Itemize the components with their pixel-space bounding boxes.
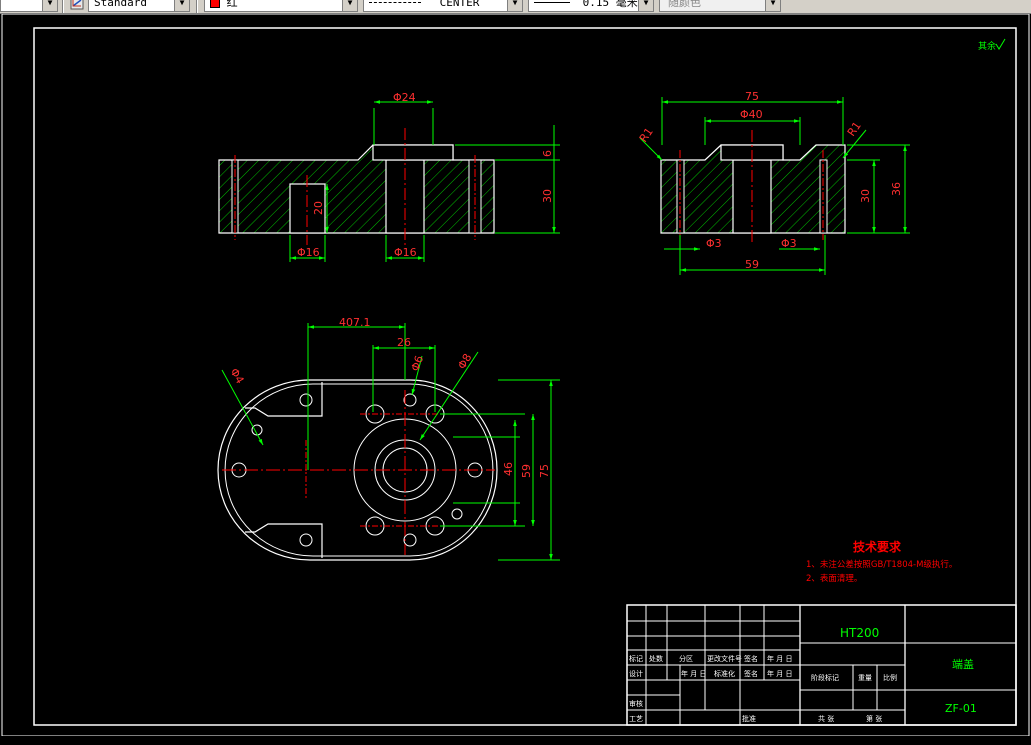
tb-label-sheet: 第 张: [866, 714, 882, 723]
lineweight-select[interactable]: 0.15 毫米 ▼: [528, 0, 654, 12]
part-name-text: 端盖: [952, 657, 974, 671]
chevron-down-icon[interactable]: ▼: [507, 0, 522, 11]
dim-r1-left: R1: [637, 125, 656, 144]
color-select[interactable]: 红 ▼: [204, 0, 358, 12]
dimension-style-icon[interactable]: [70, 0, 84, 10]
dim-h30: 30: [541, 189, 554, 203]
drawing-number-text: ZF-01: [945, 702, 977, 715]
tech-req-line2: 2、表面清理。: [806, 573, 862, 584]
plotstyle-value: 随颜色: [668, 0, 701, 9]
dim-h30-side: 30: [859, 189, 872, 203]
dim-d4: Φ4: [227, 366, 246, 386]
roughness-symbol: 其余: [978, 38, 1006, 52]
tb-label-standard: 标准化: [714, 669, 735, 678]
top-plan-view: [217, 323, 560, 561]
drawing-canvas[interactable]: 其余 Φ24 Φ16 Φ16 20 6 30 75 Φ40 R1 R1 Φ3 Φ…: [0, 13, 1031, 741]
dim-d6: Φ6: [409, 354, 427, 373]
dimension-style-select[interactable]: Standard ▼: [88, 0, 190, 12]
tb-label-mark: 标记: [629, 654, 643, 663]
chevron-down-icon[interactable]: ▼: [174, 0, 189, 11]
dim-d8: Φ8: [455, 351, 474, 371]
dim-d16-left: Φ16: [297, 246, 320, 259]
properties-toolbar: ▼ Standard ▼ 红 ▼ CENTER ▼ 0.15 毫米 ▼ 随颜色 …: [0, 0, 1031, 14]
dim-h75: 75: [538, 464, 551, 478]
dim-d40: Φ40: [740, 108, 763, 121]
toolbar-separator: [62, 0, 64, 13]
tb-label-weight: 重量: [858, 674, 872, 682]
tb-label-stage-mark: 阶段标记: [811, 673, 839, 682]
lineweight-preview: [534, 2, 570, 4]
lineweight-value: 0.15 毫米: [582, 0, 638, 9]
dim-h36: 36: [890, 182, 903, 196]
linetype-preview: [369, 2, 421, 4]
dim-d3-right: Φ3: [781, 237, 797, 250]
chevron-down-icon[interactable]: ▼: [342, 0, 357, 11]
dim-w75: 75: [745, 90, 759, 103]
linetype-select[interactable]: CENTER ▼: [363, 0, 523, 12]
tb-label-total: 共 张: [818, 714, 834, 723]
dim-d3-left: Φ3: [706, 237, 722, 250]
sheet-inner-border: [33, 27, 1017, 726]
chevron-down-icon[interactable]: ▼: [42, 0, 57, 11]
dim-h20: 20: [312, 201, 325, 215]
dim-d16-right: Φ16: [394, 246, 417, 259]
linetype-value: CENTER: [439, 0, 480, 9]
status-bar: [0, 736, 1031, 741]
side-section-view: [639, 97, 910, 275]
dim-w59: 59: [745, 258, 759, 271]
dimension-style-value: Standard: [94, 0, 147, 9]
tb-label-ymd: 年 月 日: [767, 654, 792, 663]
dim-a407: 407.1: [339, 316, 371, 329]
tb-label-approve: 批准: [742, 714, 756, 723]
chevron-down-icon[interactable]: ▼: [638, 0, 653, 11]
tb-label-ymd2: 年 月 日: [681, 669, 706, 678]
tb-label-zone: 分区: [679, 654, 693, 663]
tb-label-change-doc: 更改文件号: [707, 654, 742, 663]
dim-w26: 26: [397, 336, 411, 349]
dim-h6: 6: [541, 150, 554, 157]
dim-d24: Φ24: [393, 91, 416, 104]
tb-label-sign: 签名: [744, 654, 758, 663]
color-value: 红: [226, 0, 238, 9]
tb-label-sign2: 签名: [744, 669, 758, 678]
title-block-labels: 标记 处数 分区 更改文件号 签名 年 月 日 设计 年 月 日 标准化 签名 …: [629, 654, 897, 723]
tech-req-line1: 1、未注公差按照GB/T1804-M级执行。: [806, 559, 957, 570]
tb-label-count: 处数: [649, 654, 663, 663]
roughness-note: 其余: [978, 40, 996, 52]
toolbar-separator: [196, 0, 198, 13]
chevron-down-icon[interactable]: ▼: [765, 0, 780, 11]
tb-label-review: 审核: [629, 699, 643, 708]
dim-h59: 59: [520, 464, 533, 478]
material-text: HT200: [840, 626, 879, 640]
color-swatch: [210, 0, 220, 8]
tb-label-ymd3: 年 月 日: [767, 669, 792, 678]
tech-req-title: 技术要求: [853, 539, 902, 554]
dim-h46: 46: [502, 462, 515, 476]
plotstyle-select[interactable]: 随颜色 ▼: [659, 0, 781, 12]
tb-label-scale: 比例: [883, 673, 897, 682]
toolbar-combo-left[interactable]: ▼: [0, 0, 58, 12]
tb-label-design: 设计: [629, 669, 643, 678]
tb-label-process: 工艺: [629, 715, 643, 723]
front-section-view: [218, 100, 560, 262]
